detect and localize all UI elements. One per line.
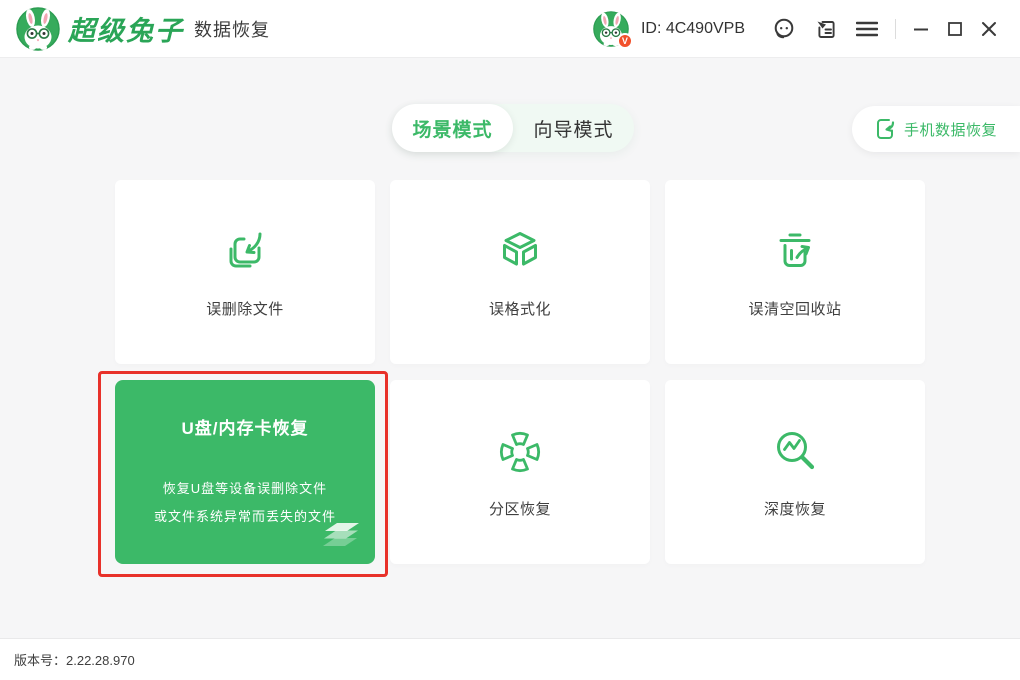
card-description-line2: 或文件系统异常而丢失的文件: [154, 503, 336, 531]
card-label: 深度恢复: [764, 498, 826, 519]
card-formatted[interactable]: 误格式化: [390, 180, 650, 364]
close-button[interactable]: [981, 16, 997, 42]
maximize-button[interactable]: [947, 16, 963, 42]
status-bar: 版本号：2.22.28.970: [0, 638, 1020, 680]
card-deep-recovery[interactable]: 深度恢复: [665, 380, 925, 564]
card-title: U盘/内存卡恢复: [182, 414, 309, 439]
version-text: 版本号：2.22.28.970: [14, 650, 135, 669]
brand: 超级兔子 数据恢复: [16, 7, 270, 51]
card-usb-memory-recovery[interactable]: U盘/内存卡恢复 恢复U盘等设备误删除文件 或文件系统异常而丢失的文件: [115, 380, 375, 564]
phone-recovery-button[interactable]: 手机数据恢复: [852, 106, 1020, 152]
card-label: 误清空回收站: [748, 298, 841, 319]
menu-button[interactable]: [856, 16, 878, 42]
card-recycle-bin[interactable]: 误清空回收站: [665, 180, 925, 364]
partition-icon: [494, 426, 546, 478]
mode-tabs: 场景模式 向导模式: [392, 104, 634, 152]
product-name: 数据恢复: [194, 16, 270, 42]
card-partition-recovery[interactable]: 分区恢复: [390, 380, 650, 564]
tab-scene-mode[interactable]: 场景模式: [392, 104, 513, 152]
hamburger-icon: [856, 21, 878, 37]
titlebar-divider: [895, 19, 896, 39]
feedback-button[interactable]: [814, 16, 838, 42]
title-bar: 超级兔子 数据恢复 V ID: 4C490VPB: [0, 0, 1020, 58]
feedback-icon: [814, 17, 838, 41]
trash-restore-icon: [769, 226, 821, 278]
customer-service-button[interactable]: [772, 16, 796, 42]
card-label: 误删除文件: [206, 298, 284, 319]
minimize-button[interactable]: [913, 16, 929, 42]
card-description: 恢复U盘等设备误删除文件 或文件系统异常而丢失的文件: [154, 475, 336, 531]
phone-recovery-label: 手机数据恢复: [904, 119, 997, 140]
title-bar-right: V ID: 4C490VPB: [593, 11, 1006, 47]
headset-icon: [772, 17, 796, 41]
card-label: 误格式化: [489, 298, 551, 319]
deep-scan-icon: [769, 426, 821, 478]
app-window: 超级兔子 数据恢复 V ID: 4C490VPB: [0, 0, 1020, 680]
close-icon: [981, 21, 997, 37]
card-label: 分区恢复: [489, 498, 551, 519]
cube-icon: [494, 226, 546, 278]
tab-wizard-mode[interactable]: 向导模式: [513, 104, 634, 152]
app-logo-icon: [16, 7, 60, 51]
user-avatar[interactable]: V: [593, 11, 629, 47]
brand-name: 超级兔子: [68, 9, 184, 48]
minimize-icon: [913, 21, 929, 37]
maximize-icon: [947, 21, 963, 37]
card-deleted-files[interactable]: 误删除文件: [115, 180, 375, 364]
card-description-line1: 恢复U盘等设备误删除文件: [154, 475, 336, 503]
restore-file-icon: [219, 226, 271, 278]
user-id: ID: 4C490VPB: [641, 20, 745, 38]
layers-icon: [323, 523, 361, 550]
vip-badge: V: [617, 33, 633, 49]
phone-recovery-icon: [874, 117, 896, 141]
